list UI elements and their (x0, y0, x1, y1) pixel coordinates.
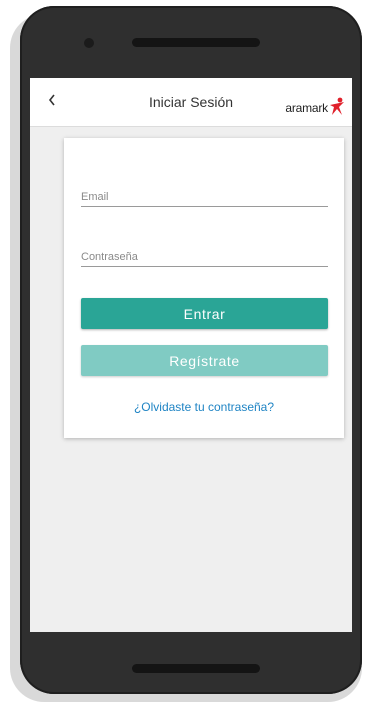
home-bar (132, 664, 260, 673)
aramark-logo-icon (328, 96, 346, 121)
brand-logo: aramark (285, 96, 346, 121)
logo-text: aramark (285, 101, 328, 115)
front-camera (84, 38, 94, 48)
app-screen: Iniciar Sesión aramark Entrar Regístrate (30, 78, 352, 632)
speaker-grille (132, 38, 260, 47)
app-header: Iniciar Sesión aramark (30, 78, 352, 127)
password-field-wrapper (81, 238, 328, 267)
email-field[interactable] (81, 191, 328, 203)
register-button[interactable]: Regístrate (81, 345, 328, 376)
email-field-wrapper (81, 178, 328, 207)
login-card: Entrar Regístrate ¿Olvidaste tu contrase… (64, 138, 344, 438)
forgot-password-link[interactable]: ¿Olvidaste tu contraseña? (64, 400, 344, 414)
login-button[interactable]: Entrar (81, 298, 328, 329)
chevron-left-icon (47, 93, 57, 112)
phone-frame: Iniciar Sesión aramark Entrar Regístrate (20, 6, 362, 694)
page-title: Iniciar Sesión (148, 94, 234, 110)
password-field[interactable] (81, 251, 328, 263)
back-button[interactable] (42, 92, 62, 112)
